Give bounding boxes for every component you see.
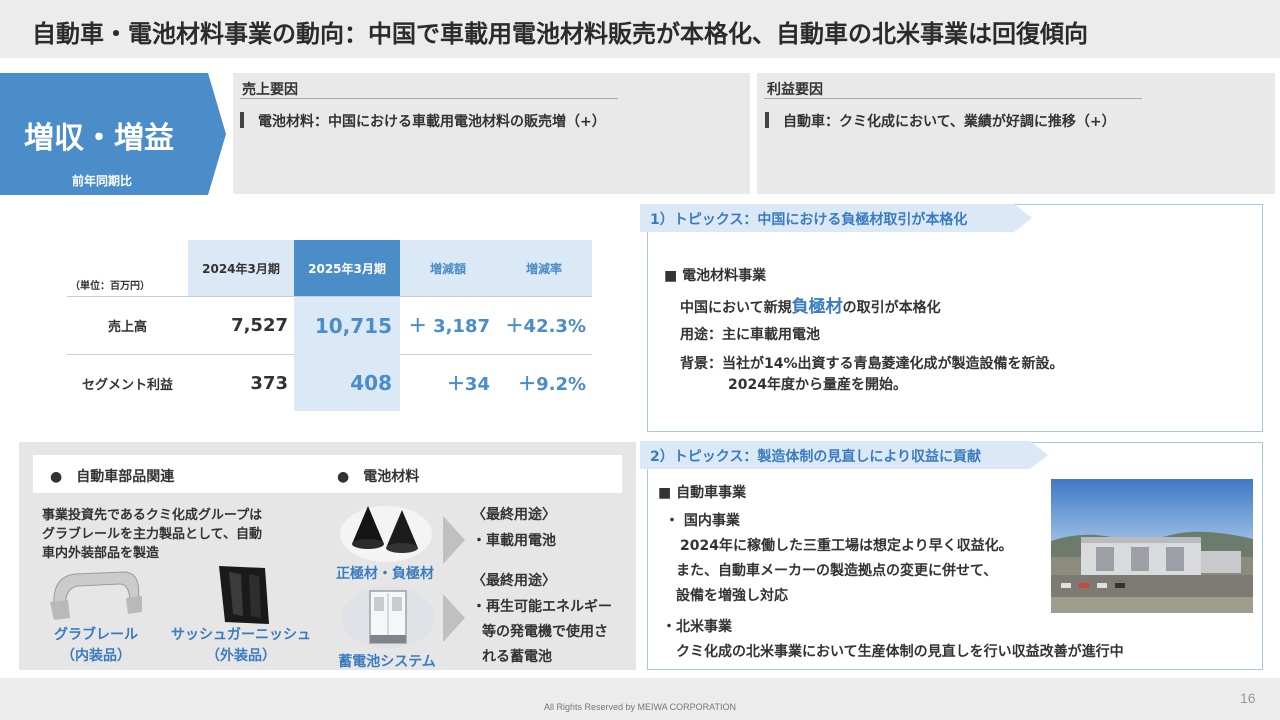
electrode-material-image <box>340 506 432 562</box>
table-cell-curr: 10,715 <box>294 297 400 354</box>
topic1-line1: 中国において新規負極材の取引が本格化 <box>680 292 941 317</box>
storage-battery-label: 蓄電池システム <box>338 654 436 670</box>
copyright: All Rights Reserved by MEIWA CORPORATION <box>543 702 737 712</box>
topic1-line4: 2024年度から量産を開始。 <box>728 377 907 393</box>
table-header-curr: 2025年3月期 <box>294 240 400 296</box>
topic1-section-heading: ■ 電池材料事業 <box>664 268 767 284</box>
use1-heading: 〈最終用途〉 <box>472 507 556 523</box>
page-title: 自動車・電池材料事業の動向：中国で車載用電池材料販売が本格化、自動車の北米事業は… <box>32 20 1088 48</box>
use2-line3: れる蓄電池 <box>482 649 552 665</box>
profit-factor-item: 自動車：クミ化成において、業績が好調に推移（+） <box>783 114 1116 130</box>
topic2-domestic-heading: ・ 国内事業 <box>665 513 740 529</box>
table-header-diff: 増減額 <box>400 240 496 296</box>
use2-line2: 等の発電機で使用さ <box>482 624 608 640</box>
table-cell-prev: 373 <box>250 372 288 394</box>
table-cell-curr: 408 <box>294 354 400 411</box>
topic1-tag-label: 1）トピックス：中国における負極材取引が本格化 <box>650 212 968 228</box>
electrode-material-label: 正極材・負極材 <box>336 566 434 582</box>
sash-garnish-sub: （外装品） <box>206 648 276 664</box>
page-number: 16 <box>1240 690 1256 706</box>
topic2-na-line1: クミ化成の北米事業において生産体制の見直しを行い収益改善が進行中 <box>676 644 1124 660</box>
table-cell-prev: 7,527 <box>231 314 288 336</box>
table-cell-diff: ＋ 3,187 <box>408 316 490 337</box>
chevron-right-icon <box>443 516 465 564</box>
topic2-section-heading: ■ 自動車事業 <box>658 485 747 501</box>
grab-rail-sub: （内装品） <box>61 648 131 664</box>
unit-label: （単位：百万円） <box>70 281 150 292</box>
battery-heading: ● 電池材料 <box>337 469 420 485</box>
factory-photo <box>1051 479 1253 613</box>
topic1-line3: 背景：当社が14%出資する青島菱達化成が製造設備を新設。 <box>680 356 1064 372</box>
table-row-label: セグメント利益 <box>81 377 173 393</box>
sales-factor-item: 電池材料：中国における車載用電池材料の販売増（+） <box>258 114 606 130</box>
table-header-rate: 増減率 <box>496 240 592 296</box>
grab-rail-label: グラブレール <box>54 627 138 643</box>
use2-heading: 〈最終用途〉 <box>472 573 556 589</box>
auto-desc-line3: 車内外装部品を製造 <box>42 546 160 561</box>
chevron-right-icon <box>443 594 465 642</box>
topic2-na-heading: ・北米事業 <box>662 619 732 635</box>
sales-factor-divider <box>240 98 618 99</box>
topic2-tag-label: 2）トピックス：製造体制の見直しにより収益に貢献 <box>650 449 982 465</box>
topic1-panel <box>647 204 1263 432</box>
use2-line1: ・再生可能エネルギー <box>472 599 612 615</box>
grab-rail-image <box>50 571 142 620</box>
topic2-domestic-line2: また、自動車メーカーの製造拠点の変更に併せて、 <box>676 563 998 579</box>
sash-garnish-label: サッシュガーニッシュ <box>171 627 311 643</box>
table-cell-rate: ＋42.3% <box>505 316 586 337</box>
bullet-bar-icon <box>240 112 244 128</box>
sales-factor-heading: 売上要因 <box>242 82 298 98</box>
topic1-line1-pre: 中国において新規 <box>680 300 792 316</box>
bullet-bar-icon <box>765 112 769 128</box>
table-cell-rate: ＋9.2% <box>518 374 586 395</box>
footer-bar <box>0 678 1280 720</box>
table-header-prev: 2024年3月期 <box>188 240 294 296</box>
result-badge-sub: 前年同期比 <box>72 174 133 188</box>
auto-parts-heading: ● 自動車部品関連 <box>50 469 175 485</box>
auto-desc-line2: グラブレールを主力製品として、自動 <box>42 527 262 542</box>
profit-factor-heading: 利益要因 <box>767 82 823 98</box>
result-badge-label: 増収・増益 <box>24 121 174 156</box>
topic1-line1-accent: 負極材 <box>791 297 843 317</box>
sash-garnish-image <box>219 566 269 624</box>
storage-battery-image <box>341 586 435 648</box>
topic1-line2: 用途：主に車載用電池 <box>680 327 820 343</box>
sales-factor-box <box>233 73 750 194</box>
topic2-domestic-line3: 設備を増強し対応 <box>676 588 788 604</box>
table-row-label: 売上高 <box>107 319 147 335</box>
table-cell-diff: ＋34 <box>446 374 490 395</box>
profit-factor-divider <box>764 98 1142 99</box>
profit-factor-box <box>757 73 1275 194</box>
auto-desc-line1: 事業投資先であるクミ化成グループは <box>42 508 263 523</box>
topic2-domestic-line1: 2024年に稼働した三重工場は想定より早く収益化。 <box>680 538 1013 554</box>
use1-item: ・車載用電池 <box>472 533 556 549</box>
topic1-line1-post: の取引が本格化 <box>842 300 941 316</box>
